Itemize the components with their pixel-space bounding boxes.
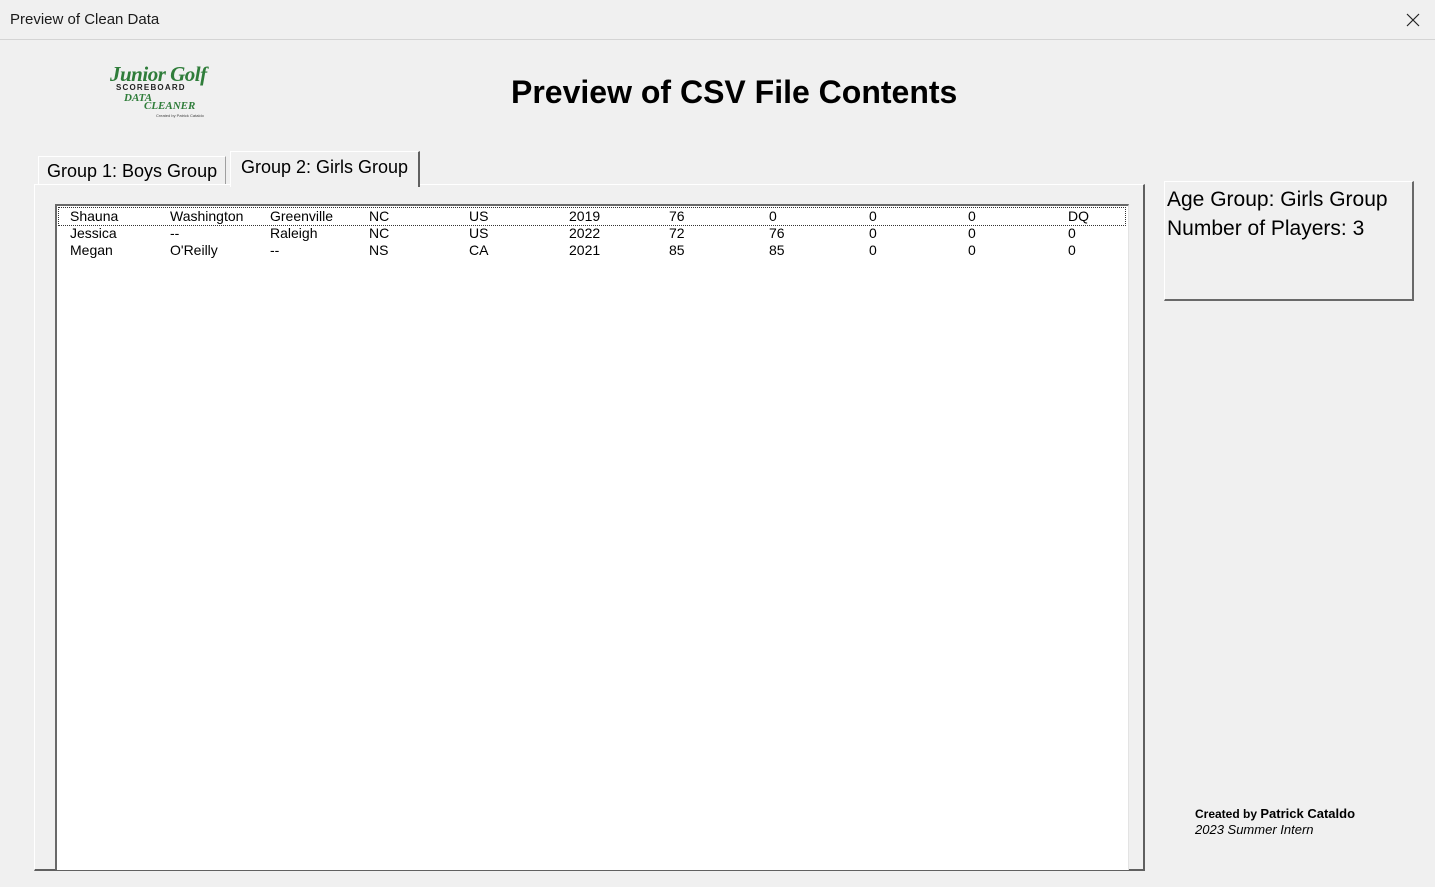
cell-score-1: 85 (669, 242, 685, 258)
logo-line-5: Created by Patrick Cataldo (156, 113, 204, 118)
cell-state: NC (369, 225, 390, 241)
page-title: Preview of CSV File Contents (511, 74, 958, 110)
credit-prefix: Created by (1195, 807, 1258, 821)
cell-year: 2019 (569, 208, 601, 224)
cell-city: Raleigh (270, 225, 318, 241)
window-title: Preview of Clean Data (10, 11, 160, 28)
logo-line-4: CLEANER (144, 100, 196, 112)
close-icon (1406, 13, 1420, 26)
list-item[interactable]: Megan O'Reilly -- NS CA 2021 85 85 0 0 0 (59, 242, 1125, 259)
cell-score-1: 72 (669, 225, 685, 241)
player-count-label: Number of Players: 3 (1167, 217, 1365, 240)
cell-score-2: 85 (769, 242, 785, 258)
cell-score-3: 0 (869, 242, 877, 258)
cell-city: -- (270, 242, 280, 258)
cell-first-name: Megan (70, 242, 113, 258)
close-button[interactable] (1391, 0, 1435, 39)
junior-golf-logo: Junior Golf SCOREBOARD DATA CLEANER Crea… (108, 62, 210, 122)
cell-score-4: 0 (968, 225, 976, 241)
credit-line: Created by Patrick Cataldo (1195, 806, 1355, 821)
cell-first-name: Shauna (70, 208, 119, 224)
age-group-label: Age Group: Girls Group (1167, 188, 1388, 211)
tab-girls-group[interactable]: Group 2: Girls Group (230, 151, 421, 187)
cell-country: US (469, 208, 489, 224)
cell-first-name: Jessica (70, 225, 117, 241)
cell-status: 0 (1068, 242, 1076, 258)
cell-score-3: 0 (869, 208, 877, 224)
cell-city: Greenville (270, 208, 334, 224)
cell-score-4: 0 (968, 208, 976, 224)
cell-last-name: O'Reilly (170, 242, 218, 258)
cell-status: DQ (1068, 208, 1089, 224)
title-bar: Preview of Clean Data (0, 0, 1435, 40)
list-item[interactable]: Jessica -- Raleigh NC US 2022 72 76 0 0 … (59, 225, 1125, 242)
cell-last-name: -- (170, 225, 180, 241)
cell-last-name: Washington (170, 208, 244, 224)
cell-score-3: 0 (869, 225, 877, 241)
credit-block: Created by Patrick Cataldo 2023 Summer I… (1195, 806, 1355, 837)
cell-score-4: 0 (968, 242, 976, 258)
credit-name: Patrick Cataldo (1260, 806, 1356, 821)
cell-status: 0 (1068, 225, 1076, 241)
cell-score-2: 0 (769, 208, 777, 224)
tab-boys-group[interactable]: Group 1: Boys Group (38, 156, 227, 186)
cell-country: CA (469, 242, 489, 258)
cell-state: NC (369, 208, 390, 224)
cell-year: 2021 (569, 242, 601, 258)
cell-score-1: 76 (669, 208, 685, 224)
list-item[interactable]: Shauna Washington Greenville NC US 2019 … (58, 207, 1126, 226)
cell-country: US (469, 225, 489, 241)
credit-role: 2023 Summer Intern (1195, 822, 1314, 837)
group-info-box: Age Group: Girls Group Number of Players… (1164, 181, 1414, 301)
cell-year: 2022 (569, 225, 601, 241)
cell-score-2: 76 (769, 225, 785, 241)
logo-line-2: SCOREBOARD (116, 83, 186, 92)
data-listbox[interactable]: Shauna Washington Greenville NC US 2019 … (55, 204, 1129, 870)
cell-state: NS (369, 242, 389, 258)
